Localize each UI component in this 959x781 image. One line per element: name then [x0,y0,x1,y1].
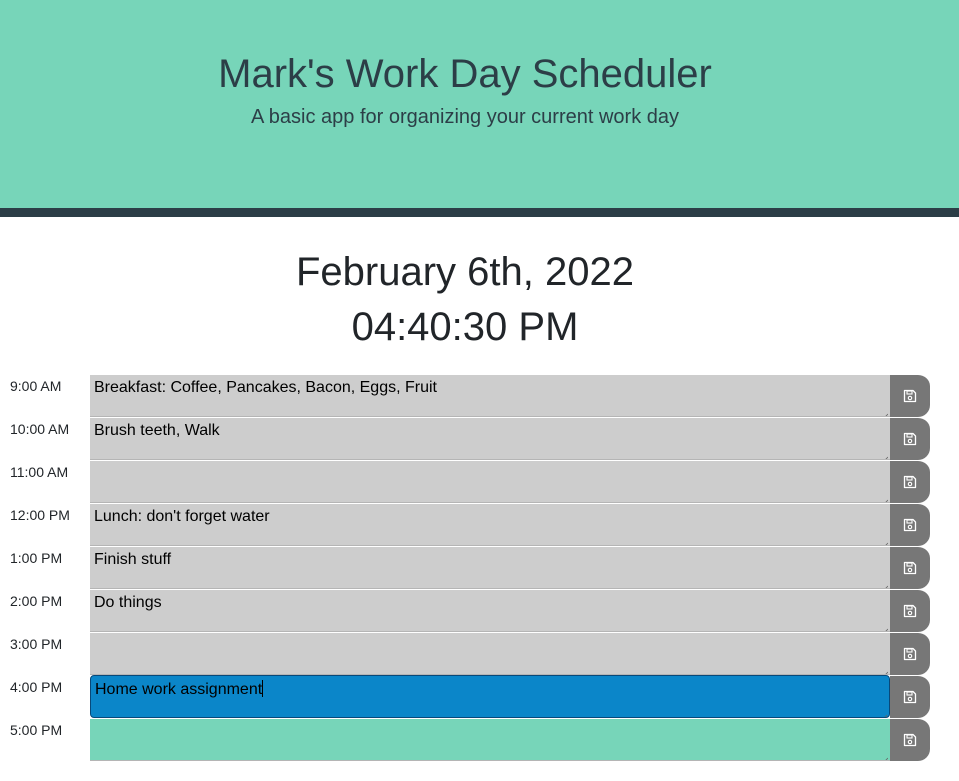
floppy-disk-icon [903,432,917,446]
time-block-row: 4:00 PM Home work assignment [0,675,959,718]
save-button[interactable] [890,374,930,417]
floppy-disk-icon [903,604,917,618]
header-divider [0,208,959,217]
resize-handle-icon[interactable] [881,536,889,545]
save-button[interactable] [890,718,930,761]
floppy-disk-icon [903,733,917,747]
resize-handle-icon[interactable] [881,407,889,416]
resize-handle-icon[interactable] [881,579,889,588]
description-text: Finish stuff [94,551,172,568]
time-block-row: 2:00 PM Do things [0,589,959,632]
time-block-row: 1:00 PM Finish stuff [0,546,959,589]
description-text: Lunch: don't forget water [94,508,270,525]
floppy-disk-icon [903,561,917,575]
floppy-disk-icon [903,690,917,704]
hour-label: 2:00 PM [10,593,63,609]
description-textarea[interactable]: Lunch: don't forget water [90,503,890,546]
description-textarea[interactable]: Do things [90,589,890,632]
description-textarea[interactable] [90,718,890,761]
current-time: 04:40:30 PM [351,305,579,349]
time-block-row: 12:00 PM Lunch: don't forget water [0,503,959,546]
hour-label: 3:00 PM [10,636,63,652]
hour-label: 12:00 PM [10,507,70,523]
resize-handle-icon[interactable] [881,665,889,674]
resize-handle-icon[interactable] [881,450,889,459]
save-button[interactable] [890,417,930,460]
hour-label: 5:00 PM [10,722,63,738]
save-button[interactable] [890,503,930,546]
floppy-disk-icon [903,475,917,489]
save-button[interactable] [890,632,930,675]
time-block-row: 10:00 AM Brush teeth, Walk [0,417,959,460]
hour-label: 10:00 AM [10,421,70,437]
description-text: Do things [94,594,162,611]
hour-label: 1:00 PM [10,550,63,566]
description-textarea[interactable]: Finish stuff [90,546,890,589]
description-text: Brush teeth, Walk [94,422,220,439]
floppy-disk-icon [903,389,917,403]
resize-handle-icon[interactable] [880,708,888,717]
floppy-disk-icon [903,647,917,661]
save-button[interactable] [890,589,930,632]
text-cursor [262,680,264,697]
description-textarea[interactable]: Breakfast: Coffee, Pancakes, Bacon, Eggs… [90,374,890,417]
description-textarea[interactable] [90,632,890,675]
time-block-row: 9:00 AM Breakfast: Coffee, Pancakes, Baco… [0,374,959,417]
save-button[interactable] [890,675,930,718]
description-textarea[interactable]: Home work assignment [90,675,890,718]
page-title: Mark's Work Day Scheduler [218,52,712,96]
description-text: Home work assignment [95,681,263,698]
resize-handle-icon[interactable] [881,493,889,502]
floppy-disk-icon [903,518,917,532]
resize-handle-icon[interactable] [881,751,889,760]
description-textarea[interactable] [90,460,890,503]
hour-label: 9:00 AM [10,378,62,394]
description-text: Breakfast: Coffee, Pancakes, Bacon, Eggs… [94,379,437,396]
hour-label: 4:00 PM [10,679,63,695]
save-button[interactable] [890,546,930,589]
time-block-row: 11:00 AM [0,460,959,503]
app-header [0,0,959,208]
description-textarea[interactable]: Brush teeth, Walk [90,417,890,460]
hour-label: 11:00 AM [10,464,69,480]
resize-handle-icon[interactable] [881,622,889,631]
time-block-row: 3:00 PM [0,632,959,675]
save-button[interactable] [890,460,930,503]
page-subtitle: A basic app for organizing your current … [251,106,679,128]
current-date: February 6th, 2022 [296,250,634,294]
time-block-row: 5:00 PM [0,718,959,761]
